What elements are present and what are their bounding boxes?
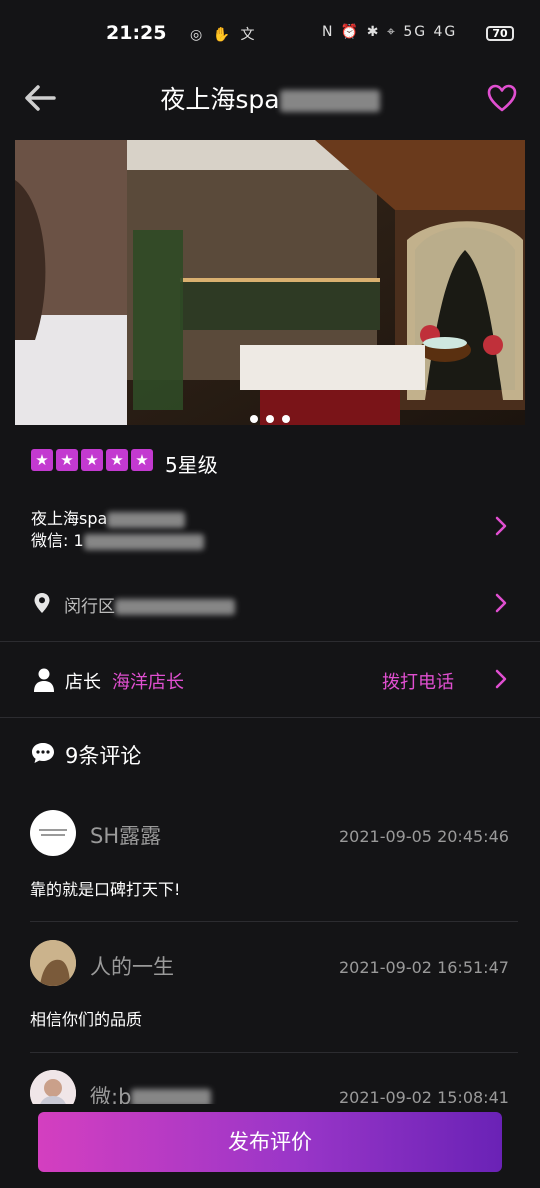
divider [30, 1052, 518, 1053]
comment-icon [32, 743, 54, 763]
rating-label: 5星级 [165, 453, 218, 477]
heart-icon [487, 84, 517, 112]
status-bar: 21:25 ◎ ✋ 文 N ⏰ ✱ ⌖ 5G 4G 70 [0, 0, 540, 66]
redacted-text [279, 90, 380, 112]
star-icon: ★ [31, 449, 53, 471]
carousel-indicator [15, 408, 525, 425]
redacted-text [107, 511, 186, 528]
comment-text: 相信你们的品质 [30, 1010, 143, 1029]
star-icon: ★ [56, 449, 78, 471]
location-pin-icon [34, 593, 50, 613]
chevron-right-icon[interactable] [494, 515, 508, 537]
battery-icon: 70 [486, 26, 514, 41]
carousel-dot[interactable] [266, 415, 274, 423]
manager-label: 店长 [65, 672, 101, 693]
comments-title: 9条评论 [65, 744, 142, 768]
avatar[interactable] [30, 940, 76, 986]
page-title: 夜上海spa [90, 80, 450, 116]
shop-wechat: 微信: 1 [31, 531, 84, 550]
avatar[interactable] [30, 810, 76, 856]
redacted-text [83, 533, 204, 550]
status-time: 21:25 [106, 22, 167, 44]
location-text: 闵行区 [64, 597, 115, 617]
status-left-icons: ◎ ✋ 文 [190, 27, 258, 43]
call-button[interactable]: 拨打电话 [382, 668, 454, 694]
chevron-right-icon[interactable] [494, 668, 508, 690]
redacted-text [115, 599, 235, 615]
divider [0, 717, 540, 718]
star-icon: ★ [81, 449, 103, 471]
page-title-text: 夜上海spa [160, 85, 280, 114]
shop-info: 夜上海spa 微信: 1 [31, 508, 204, 552]
chevron-right-icon[interactable] [494, 592, 508, 614]
back-button[interactable] [22, 80, 58, 116]
star-icon: ★ [106, 449, 128, 471]
comment-time: 2021-09-02 16:51:47 [339, 958, 509, 977]
comment-text: 靠的就是口碑打天下! [30, 880, 181, 899]
manager-name: 海洋店长 [112, 672, 184, 693]
comment-time: 2021-09-05 20:45:46 [339, 827, 509, 846]
spa-room-photo [15, 140, 525, 425]
comment-user: 人的一生 [90, 955, 174, 979]
divider [30, 921, 518, 922]
status-right-icons: N ⏰ ✱ ⌖ 5G 4G [322, 24, 458, 40]
favorite-button[interactable] [486, 82, 518, 114]
battery-level: 70 [492, 27, 508, 40]
star-rating: ★ ★ ★ ★ ★ [31, 449, 156, 473]
carousel-dot[interactable] [250, 415, 258, 423]
publish-review-button[interactable]: 发布评价 [38, 1112, 502, 1172]
arrow-left-icon [25, 85, 56, 111]
comment-user: SH露露 [90, 824, 162, 848]
shop-name: 夜上海spa [31, 509, 108, 528]
carousel-dot[interactable] [282, 415, 290, 423]
divider [0, 641, 540, 642]
shop-photo-carousel[interactable] [15, 140, 525, 425]
star-icon: ★ [131, 449, 153, 471]
location-address: 闵行区 [64, 592, 235, 617]
person-icon [34, 668, 54, 692]
